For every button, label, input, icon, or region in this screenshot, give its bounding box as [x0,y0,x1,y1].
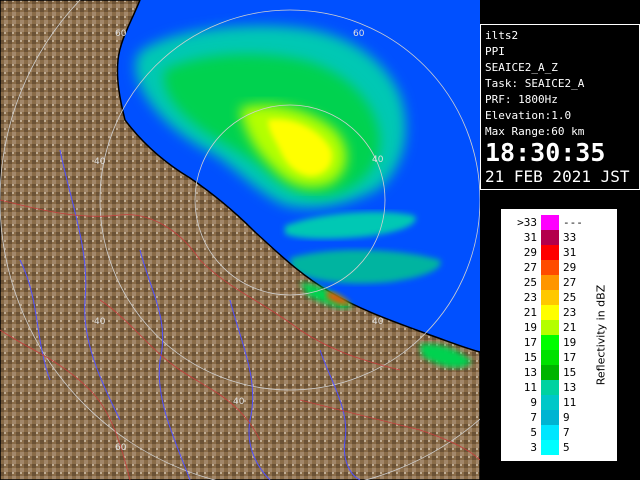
legend-low-value: 27 [523,261,537,274]
legend-low-value: 23 [523,291,537,304]
legend-row: 35 [501,440,585,455]
legend-swatch [541,335,559,350]
legend-swatch [541,350,559,365]
legend-low-value: 31 [523,231,537,244]
legend-swatch [541,410,559,425]
legend-row: 19 21 [501,320,585,335]
legend-row: 11 13 [501,380,585,395]
legend-swatch [541,320,559,335]
legend-swatch [541,425,559,440]
info-panel: ilts2 PPI SEAICE2_A_Z Task: SEAICE2_A PR… [480,0,640,480]
ring-label-d: 40 [372,155,384,165]
legend-high-value: 25 [563,291,577,304]
legend-high-value: 19 [563,336,577,349]
legend-swatch [541,215,559,230]
reflectivity-legend: >33 --- 31 33 29 31 27 29 25 27 23 25 21 23 19 21 17 19 15… [500,208,618,462]
legend-unit: Reflectivity in dBZ [587,209,615,461]
radar-info-box: ilts2 PPI SEAICE2_A_Z Task: SEAICE2_A PR… [480,24,640,190]
legend-high-value: 17 [563,351,577,364]
ring-label-h: 60 [115,443,127,453]
legend-unit-label: Reflectivity in dBZ [594,284,608,386]
legend-low-value: 11 [523,381,537,394]
legend-low-value: 29 [523,246,537,259]
legend-high-value: 15 [563,366,577,379]
ring-label-e: 40 [94,317,106,327]
legend-swatch [541,275,559,290]
legend-low-value: 19 [523,321,537,334]
legend-low-value: 5 [530,426,537,439]
legend-swatch [541,440,559,455]
legend-row: 9 11 [501,395,585,410]
legend-swatch [541,380,559,395]
legend-low-value: 9 [530,396,537,409]
legend-high-value: 33 [563,231,577,244]
legend-row: 17 19 [501,335,585,350]
legend-swatch [541,260,559,275]
legend-high-value: 13 [563,381,577,394]
legend-low-value: 15 [523,351,537,364]
legend-high-value: 9 [563,411,570,424]
legend-high-value: 23 [563,306,577,319]
scan-date: 21 FEB 2021 JST [485,167,630,186]
legend-row: 15 17 [501,350,585,365]
legend-row: 79 [501,410,585,425]
prf-value: PRF: 1800Hz [485,93,558,106]
legend-row: 23 25 [501,290,585,305]
elevation-value: Elevation:1.0 [485,109,572,122]
legend-high-value: 27 [563,276,577,289]
legend-high-value: 11 [563,396,577,409]
ring-label-b: 60 [353,29,365,39]
scan-mode: PPI [485,45,505,58]
ring-label-a: 60 [115,29,127,39]
radar-display: 60 60 40 40 40 40 40 60 ilts2 PPI SEAICE… [0,0,640,480]
legend-high-value: 21 [563,321,577,334]
legend-high-value: 31 [563,246,577,259]
legend-high-value: 5 [563,441,570,454]
legend-swatch [541,365,559,380]
legend-row: 13 15 [501,365,585,380]
legend-swatch [541,305,559,320]
legend-low-value: >33 [517,216,537,229]
legend-swatch [541,230,559,245]
legend-low-value: 13 [523,366,537,379]
legend-high-value: 29 [563,261,577,274]
legend-low-value: 3 [530,441,537,454]
legend-low-value: 7 [530,411,537,424]
scan-time: 18:30:35 [485,138,606,167]
ring-label-c: 40 [94,157,106,167]
legend-row: 57 [501,425,585,440]
legend-swatch [541,290,559,305]
legend-low-value: 21 [523,306,537,319]
legend-low-value: 17 [523,336,537,349]
ring-label-f: 40 [372,317,384,327]
legend-row: 31 33 [501,230,585,245]
max-range-value: Max Range:60 km [485,125,585,138]
task-name: Task: SEAICE2_A [485,77,585,90]
legend-row: 25 27 [501,275,585,290]
radar-map: 60 60 40 40 40 40 40 60 [0,0,480,480]
legend-row: >33 --- [501,215,585,230]
legend-low-value: 25 [523,276,537,289]
legend-high-value: 7 [563,426,570,439]
legend-row: 29 31 [501,245,585,260]
legend-row: 27 29 [501,260,585,275]
legend-swatch [541,395,559,410]
legend-row: 21 23 [501,305,585,320]
product-name: SEAICE2_A_Z [485,61,558,74]
station-name: ilts2 [485,29,519,42]
legend-high-value: --- [563,216,583,229]
legend-swatch [541,245,559,260]
ring-label-g: 40 [233,397,245,407]
